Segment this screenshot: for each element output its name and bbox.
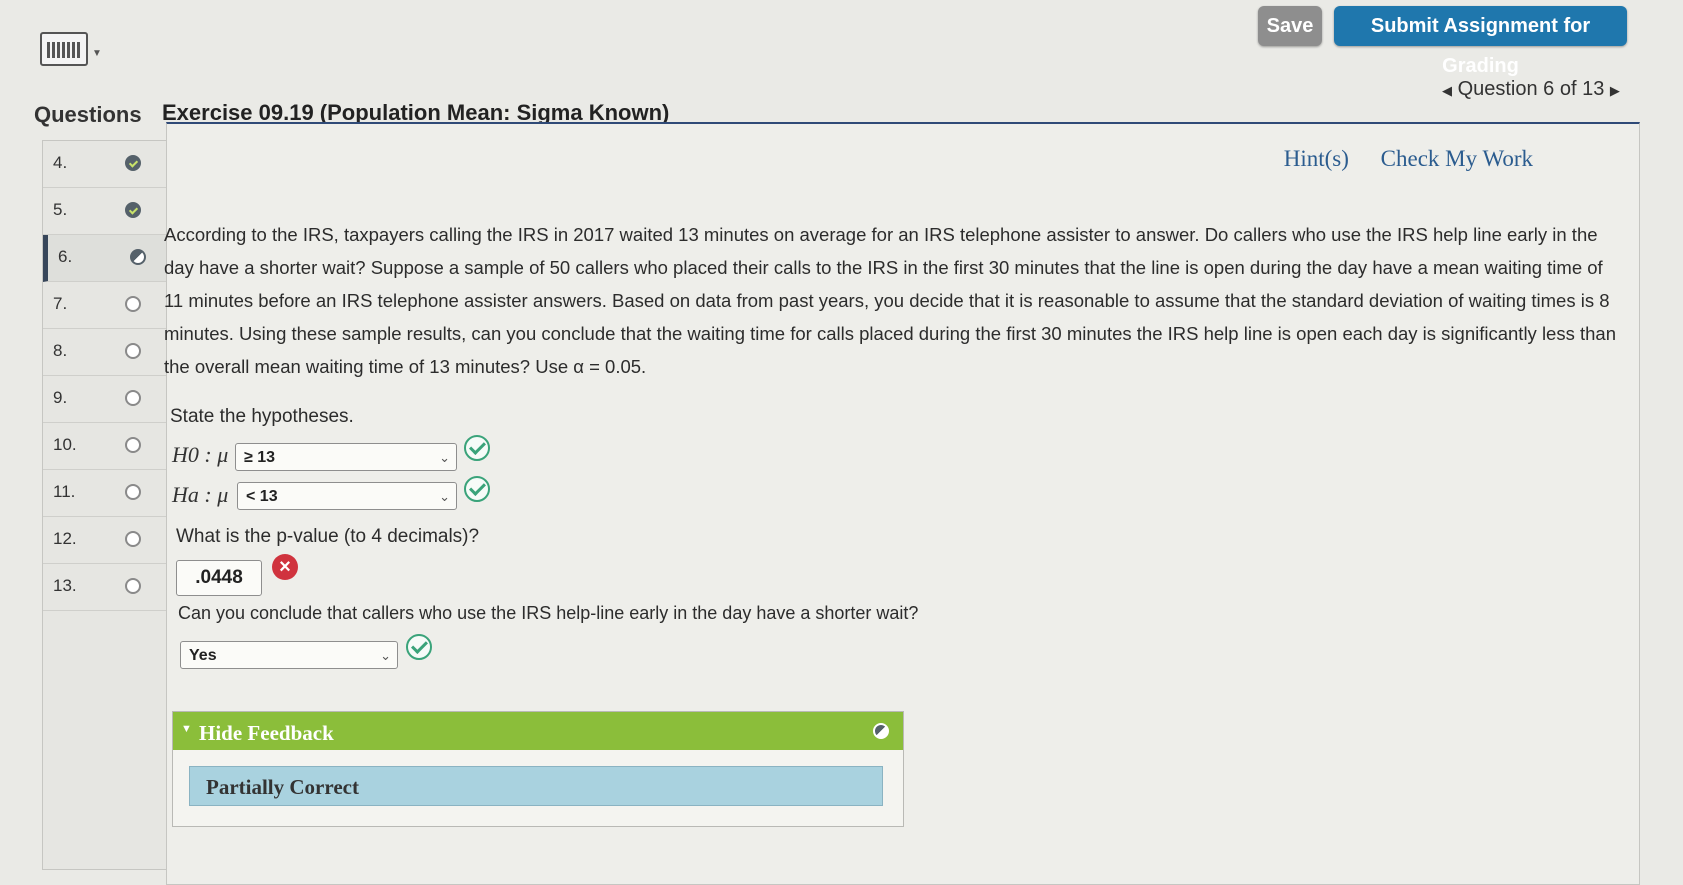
alternative-hypothesis-select[interactable]: < 13 ⌄ — [237, 482, 457, 510]
conclusion-prompt: Can you conclude that callers who use th… — [178, 603, 919, 623]
question-item-7[interactable]: 7. — [43, 282, 167, 329]
question-number: 13. — [53, 576, 77, 595]
question-number: 5. — [53, 200, 68, 219]
questions-heading: Questions — [34, 102, 142, 127]
empty-status-icon — [125, 578, 141, 594]
partial-status-icon — [873, 723, 889, 739]
question-counter: Question 6 of 13 — [1457, 78, 1605, 100]
feedback-header-label: Hide Feedback — [199, 721, 334, 745]
question-number: 12. — [53, 529, 77, 548]
chevron-down-icon: ⌄ — [439, 450, 450, 465]
question-number: 4. — [53, 153, 68, 172]
keyboard-icon[interactable] — [40, 32, 88, 66]
conclusion-select[interactable]: Yes ⌄ — [180, 641, 398, 669]
question-item-13[interactable]: 13. — [43, 564, 167, 611]
empty-status-icon — [125, 531, 141, 547]
correct-check-icon — [464, 435, 490, 461]
question-number: 10. — [53, 435, 77, 454]
conclusion-value: Yes — [189, 647, 217, 664]
top-toolbar: ▼ Save Submit Assignment for Grading — [0, 0, 1683, 80]
save-button[interactable]: Save — [1258, 6, 1322, 46]
complete-status-icon — [125, 155, 141, 171]
hints-link[interactable]: Hint(s) — [1284, 146, 1349, 171]
feedback-panel: ▼ Hide Feedback Partially Correct — [172, 711, 904, 827]
null-hypothesis-value: ≥ 13 — [244, 449, 276, 466]
keyboard-dropdown-caret-icon[interactable]: ▼ — [92, 48, 102, 59]
empty-status-icon — [125, 437, 141, 453]
question-item-12[interactable]: 12. — [43, 517, 167, 564]
hypotheses-prompt: State the hypotheses. — [170, 406, 354, 427]
previous-question-icon[interactable]: ◀ — [1442, 83, 1452, 98]
next-question-icon[interactable]: ▶ — [1610, 83, 1620, 98]
question-item-11[interactable]: 11. — [43, 470, 167, 517]
question-item-9[interactable]: 9. — [43, 376, 167, 423]
question-item-8[interactable]: 8. — [43, 329, 167, 376]
null-hypothesis-label: H0 : μ — [172, 442, 229, 467]
empty-status-icon — [125, 296, 141, 312]
alternative-hypothesis-label: Ha : μ — [172, 482, 229, 507]
question-item-6[interactable]: 6. — [43, 235, 172, 282]
null-hypothesis-select[interactable]: ≥ 13 ⌄ — [235, 443, 457, 471]
question-number: 7. — [53, 294, 68, 313]
empty-status-icon — [125, 390, 141, 406]
pvalue-prompt: What is the p-value (to 4 decimals)? — [176, 526, 480, 547]
question-navigator: ◀ Question 6 of 13 ▶ — [1442, 78, 1620, 101]
question-item-4[interactable]: 4. — [43, 141, 167, 188]
submit-assignment-button[interactable]: Submit Assignment for Grading — [1334, 6, 1627, 77]
pvalue-input[interactable]: .0448 — [176, 560, 262, 596]
question-number: 8. — [53, 341, 68, 360]
correct-check-icon — [406, 634, 432, 660]
question-number: 6. — [58, 247, 73, 266]
question-item-10[interactable]: 10. — [43, 423, 167, 470]
feedback-result: Partially Correct — [189, 766, 883, 806]
help-links: Hint(s) Check My Work — [1258, 146, 1533, 172]
alternative-hypothesis-value: < 13 — [246, 488, 278, 505]
chevron-down-icon: ⌄ — [439, 489, 450, 504]
triangle-down-icon: ▼ — [181, 723, 192, 735]
hide-feedback-toggle[interactable]: ▼ Hide Feedback — [173, 712, 903, 750]
correct-check-icon — [464, 476, 490, 502]
incorrect-x-icon: × — [272, 554, 298, 580]
empty-status-icon — [125, 484, 141, 500]
complete-status-icon — [125, 202, 141, 218]
question-item-5[interactable]: 5. — [43, 188, 167, 235]
empty-status-icon — [125, 343, 141, 359]
chevron-down-icon: ⌄ — [380, 648, 391, 663]
question-list: 4. 5. 6. 7. 8. 9. 10. 11. 12. 13. — [42, 140, 172, 870]
check-my-work-link[interactable]: Check My Work — [1381, 146, 1533, 171]
problem-text: According to the IRS, taxpayers calling … — [164, 224, 1616, 377]
question-number: 11. — [53, 482, 76, 501]
question-number: 9. — [53, 388, 68, 407]
partial-status-icon — [130, 249, 146, 265]
